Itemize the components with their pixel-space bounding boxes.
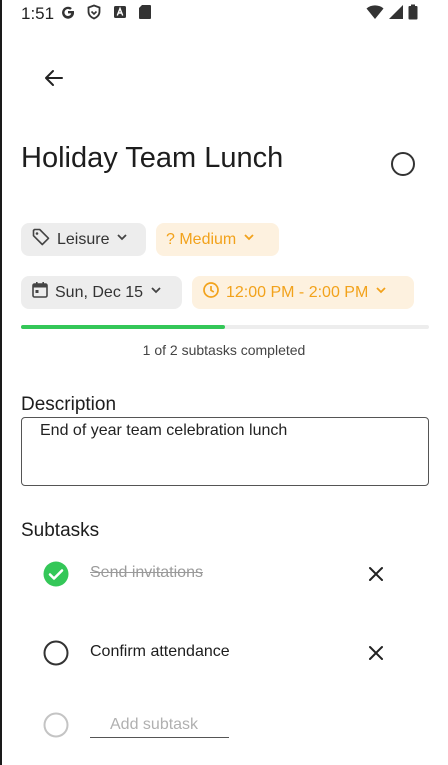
status-icons-left bbox=[60, 4, 152, 25]
close-icon[interactable] bbox=[364, 562, 388, 586]
calendar-icon bbox=[31, 281, 49, 304]
subtask-progress-bar bbox=[21, 325, 429, 329]
task-title[interactable]: Holiday Team Lunch bbox=[21, 142, 283, 175]
category-label: Leisure bbox=[57, 230, 110, 248]
signal-icon bbox=[388, 4, 404, 25]
status-time: 1:51 bbox=[21, 4, 55, 23]
priority-label: ? Medium bbox=[166, 230, 237, 248]
subtask-progress-fill bbox=[21, 325, 225, 329]
description-label: Description bbox=[21, 394, 117, 415]
description-field[interactable]: End of year team celebration lunch bbox=[21, 417, 429, 486]
subtask-row: Send invitations bbox=[0, 554, 448, 594]
subtask-unchecked-icon[interactable] bbox=[42, 639, 70, 667]
battery-icon bbox=[408, 4, 418, 25]
sd-card-icon bbox=[138, 4, 152, 25]
subtask-checked-icon[interactable] bbox=[42, 560, 70, 588]
time-label: 12:00 PM - 2:00 PM bbox=[226, 283, 369, 301]
chevron-down-icon bbox=[149, 283, 163, 302]
add-subtask-input[interactable] bbox=[90, 712, 229, 738]
status-bar: 1:51 bbox=[0, 0, 448, 30]
date-chip[interactable]: Sun, Dec 15 bbox=[21, 276, 182, 309]
close-icon[interactable] bbox=[364, 641, 388, 665]
chevron-down-icon bbox=[374, 283, 388, 302]
back-button[interactable] bbox=[38, 64, 70, 96]
chevron-down-icon bbox=[115, 230, 129, 249]
wifi-icon bbox=[366, 4, 384, 25]
add-subtask-circle-icon bbox=[42, 711, 70, 739]
clock-icon bbox=[202, 281, 220, 304]
shield-icon bbox=[86, 4, 102, 25]
date-label: Sun, Dec 15 bbox=[55, 283, 144, 301]
priority-chip[interactable]: ? Medium bbox=[156, 223, 279, 256]
subtask-label[interactable]: Send invitations bbox=[90, 564, 203, 582]
tag-icon bbox=[31, 227, 51, 252]
a-box-icon bbox=[112, 4, 128, 25]
task-complete-toggle[interactable] bbox=[390, 151, 416, 177]
google-icon bbox=[60, 4, 76, 25]
subtasks-label: Subtasks bbox=[21, 520, 100, 541]
subtask-label[interactable]: Confirm attendance bbox=[90, 643, 230, 661]
time-chip[interactable]: 12:00 PM - 2:00 PM bbox=[192, 276, 414, 309]
status-icons-right bbox=[366, 4, 418, 25]
progress-text: 1 of 2 subtasks completed bbox=[142, 342, 306, 358]
subtask-row: Confirm attendance bbox=[0, 633, 448, 673]
arrow-back-icon bbox=[42, 66, 66, 95]
category-chip[interactable]: Leisure bbox=[21, 223, 146, 256]
chevron-down-icon bbox=[242, 230, 256, 249]
